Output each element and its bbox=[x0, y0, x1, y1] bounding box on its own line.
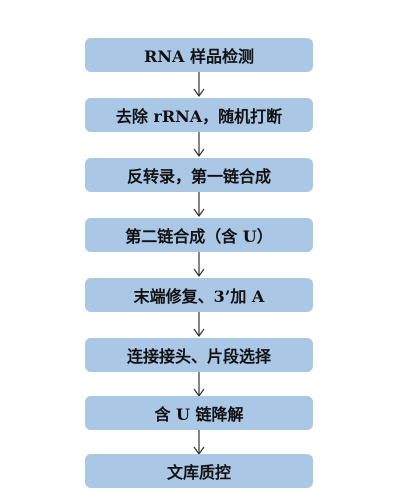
step-second-strand: 第二链合成（含 U） bbox=[85, 218, 313, 252]
step-rna-sample-check: RNA 样品检测 bbox=[85, 38, 313, 72]
step-label: 含 U 链降解 bbox=[154, 405, 244, 424]
step-label: 连接接头、片段选择 bbox=[126, 347, 271, 366]
step-adapter-ligation: 连接接头、片段选择 bbox=[85, 338, 313, 372]
step-library-qc: 文库质控 bbox=[85, 454, 313, 488]
step-end-repair: 末端修复、3’加 A bbox=[85, 278, 313, 312]
step-rrna-removal: 去除 rRNA，随机打断 bbox=[85, 98, 313, 132]
library-prep-flowchart: RNA 样品检测 去除 rRNA，随机打断 反转录，第一链合成 第二链合成（含 … bbox=[0, 0, 415, 491]
flow-arrow bbox=[192, 252, 206, 278]
step-label: 反转录，第一链合成 bbox=[126, 167, 271, 186]
step-u-strand-degradation: 含 U 链降解 bbox=[85, 396, 313, 430]
step-label: 末端修复、3’加 A bbox=[133, 287, 265, 306]
flow-arrow bbox=[192, 192, 206, 218]
step-label: 文库质控 bbox=[166, 463, 231, 482]
step-label: 去除 rRNA，随机打断 bbox=[115, 107, 283, 126]
step-label: 第二链合成（含 U） bbox=[125, 227, 273, 246]
flow-arrow bbox=[192, 312, 206, 338]
flow-arrow bbox=[192, 372, 206, 398]
flow-arrow bbox=[192, 72, 206, 98]
step-label: RNA 样品检测 bbox=[144, 47, 254, 66]
flow-arrow bbox=[192, 132, 206, 158]
step-first-strand: 反转录，第一链合成 bbox=[85, 158, 313, 192]
flow-arrow bbox=[192, 430, 206, 456]
